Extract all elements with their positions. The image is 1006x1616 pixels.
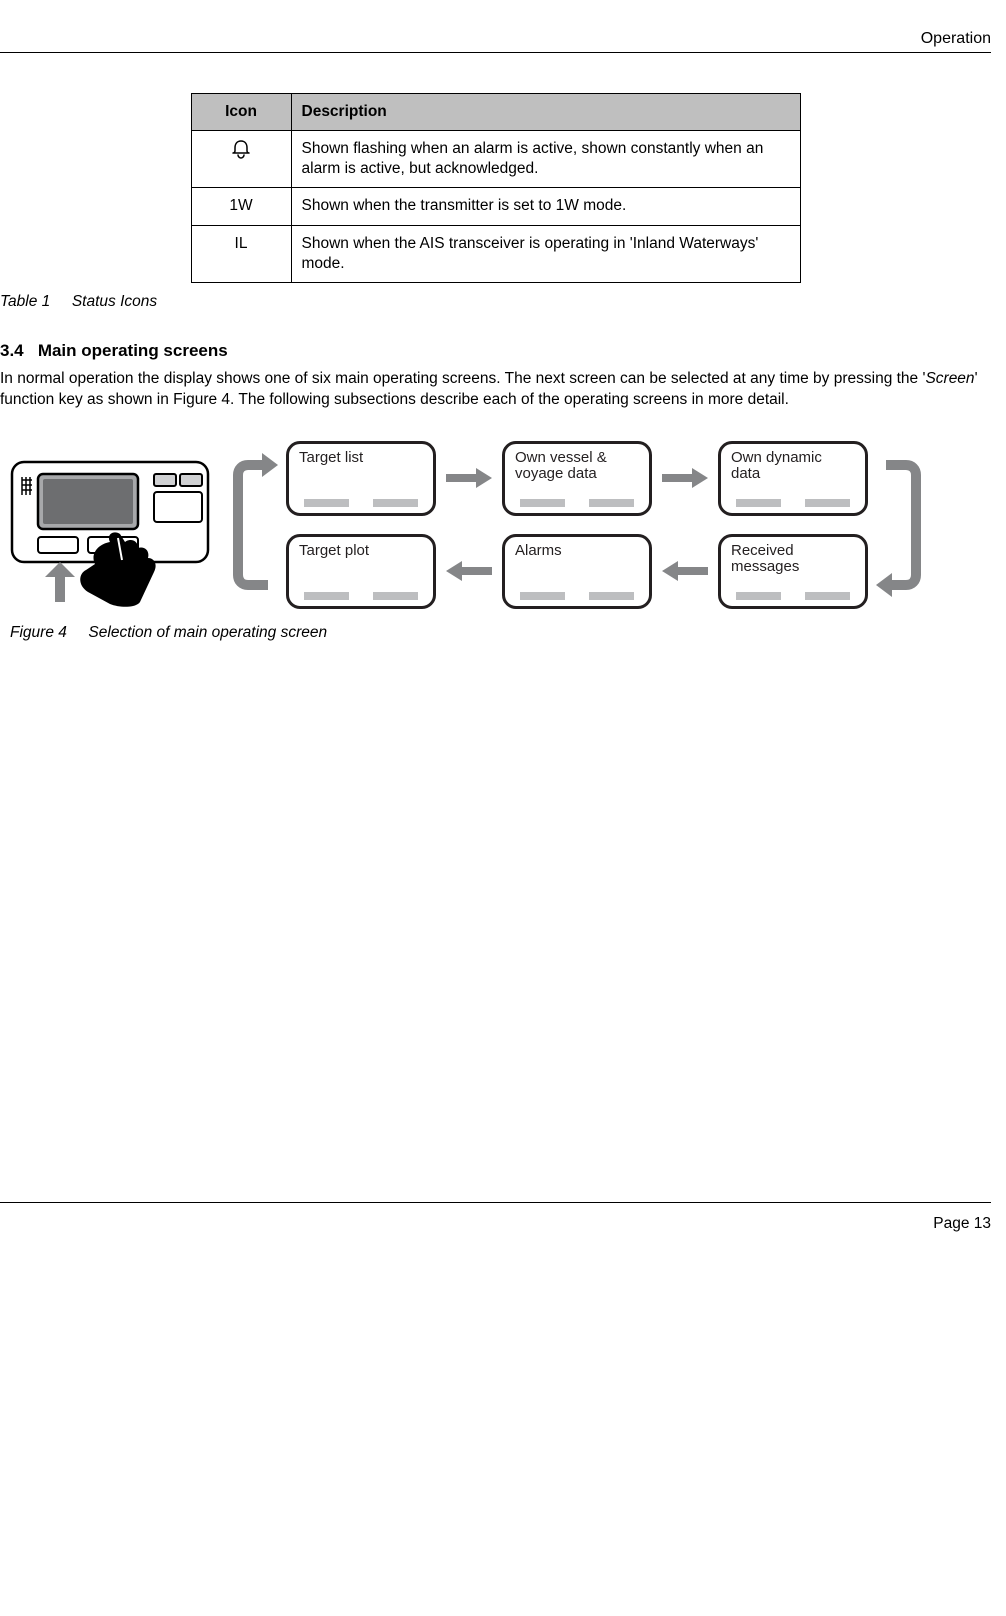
screen-target-plot: Target plot (286, 534, 436, 609)
cell-icon (191, 131, 291, 188)
col-header-icon: Icon (191, 94, 291, 131)
arrow-left-icon (662, 561, 708, 581)
figure-caption: Figure 4 Selection of main operating scr… (10, 624, 991, 642)
table-row: 1W Shown when the transmitter is set to … (191, 188, 800, 225)
device-illustration (10, 442, 210, 607)
section-title: Main operating screens (38, 341, 228, 360)
status-icons-table: Icon Description Shown flashing when an … (191, 93, 801, 283)
page-number: Page 13 (933, 1215, 991, 1232)
arrow-right-icon (446, 468, 492, 488)
screen-received-messages: Received messages (718, 534, 868, 609)
table-caption-prefix: Table 1 (0, 293, 50, 310)
cell-icon: 1W (191, 188, 291, 225)
screen-label: Target list (299, 450, 423, 467)
body-part-a: In normal operation the display shows on… (0, 370, 925, 387)
cell-icon: IL (191, 225, 291, 282)
page-header: Operation (0, 30, 991, 53)
table-row: IL Shown when the AIS transceiver is ope… (191, 225, 800, 282)
arrow-left-icon (446, 561, 492, 581)
page-footer: Page 13 (0, 1202, 991, 1233)
section-body: In normal operation the display shows on… (0, 369, 991, 411)
bell-icon (230, 143, 252, 163)
figure-4: Target list Own vessel & voyage data Own… (10, 441, 991, 642)
up-arrow-icon (45, 562, 75, 602)
screen-own-vessel: Own vessel & voyage data (502, 441, 652, 516)
col-header-desc: Description (291, 94, 800, 131)
screens-grid: Target list Own vessel & voyage data Own… (228, 441, 926, 609)
table-caption-title: Status Icons (72, 293, 157, 310)
screen-label: Own vessel & voyage data (515, 450, 639, 483)
screen-label: Received messages (731, 543, 855, 576)
figure-caption-prefix: Figure 4 (10, 624, 67, 641)
screen-label: Target plot (299, 543, 423, 560)
cell-desc: Shown flashing when an alarm is active, … (291, 131, 800, 188)
screen-alarms: Alarms (502, 534, 652, 609)
screen-own-dynamic: Own dynamic data (718, 441, 868, 516)
body-italic: Screen (925, 370, 974, 387)
screen-label: Alarms (515, 543, 639, 560)
arrow-right-icon (662, 468, 708, 488)
loop-arrow-right-icon (876, 445, 926, 605)
figure-caption-title: Selection of main operating screen (88, 624, 327, 641)
section-heading: 3.4 Main operating screens (0, 341, 991, 361)
screen-flow-diagram: Target list Own vessel & voyage data Own… (10, 441, 991, 609)
screen-target-list: Target list (286, 441, 436, 516)
header-section-label: Operation (921, 30, 991, 47)
table-caption: Table 1 Status Icons (0, 293, 991, 311)
screen-label: Own dynamic data (731, 450, 855, 483)
loop-arrow-left-icon (228, 445, 278, 605)
section-number: 3.4 (0, 341, 24, 360)
table-row: Shown flashing when an alarm is active, … (191, 131, 800, 188)
cell-desc: Shown when the AIS transceiver is operat… (291, 225, 800, 282)
cell-desc: Shown when the transmitter is set to 1W … (291, 188, 800, 225)
